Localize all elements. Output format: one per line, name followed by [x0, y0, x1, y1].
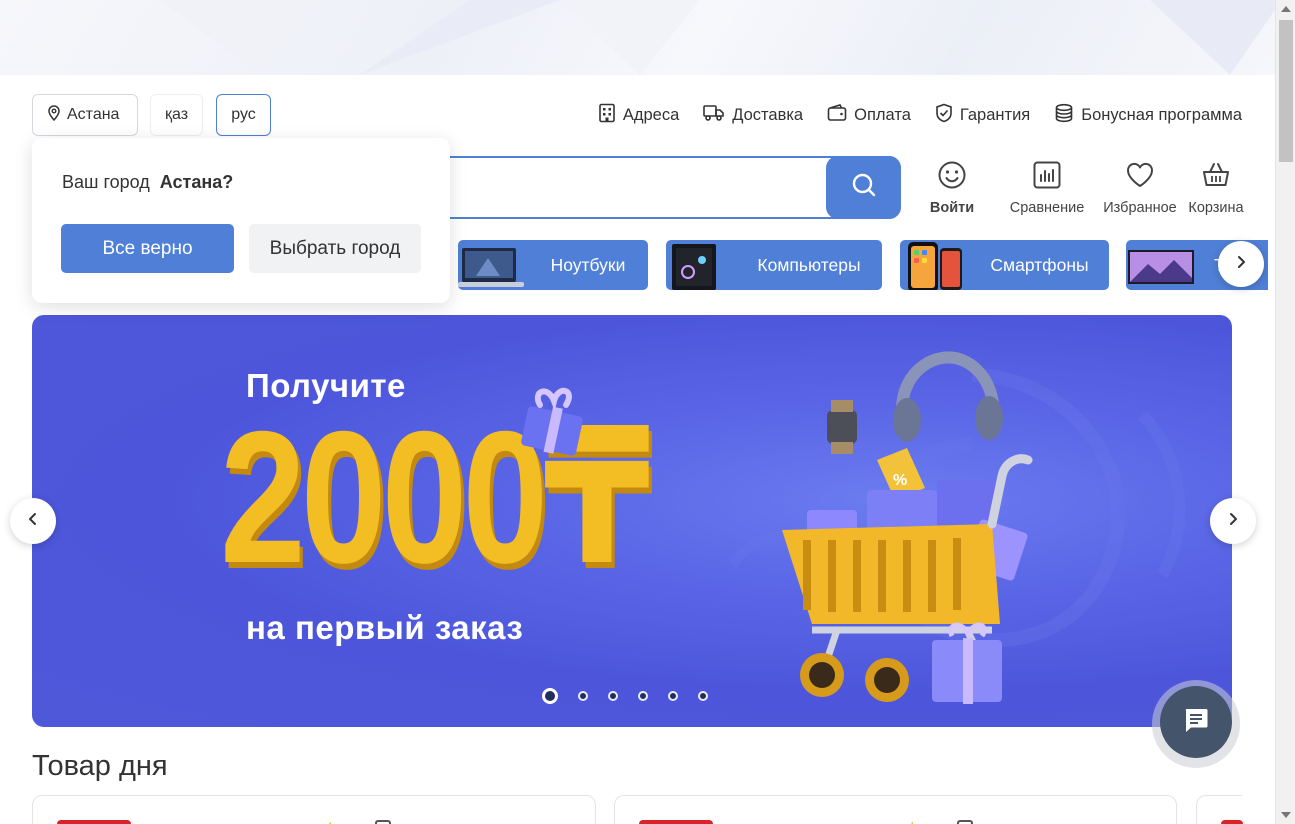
scroll-thumb[interactable]	[1279, 20, 1293, 162]
category-computers[interactable]: Компьютеры	[666, 240, 882, 290]
city-question-value: Астана?	[159, 172, 234, 192]
scroll-down-icon[interactable]	[1281, 812, 1291, 818]
cart-button[interactable]: Корзина	[1182, 160, 1250, 216]
product-card[interactable]: ★	[32, 795, 596, 824]
action-label: Сравнение	[1009, 200, 1085, 216]
city-confirm-popup: Ваш город Астана? Все верно Выбрать город	[32, 138, 450, 303]
chevron-left-icon	[26, 512, 40, 531]
nav-label: Бонусная программа	[1081, 105, 1242, 124]
action-label: Войти	[929, 200, 975, 216]
category-laptops[interactable]: Ноутбуки	[458, 240, 648, 290]
building-icon	[598, 103, 616, 128]
city-selector[interactable]: Астана	[32, 94, 138, 136]
chat-icon	[1182, 706, 1210, 739]
pc-thumbnail	[666, 240, 736, 290]
slider-dot[interactable]	[578, 691, 588, 701]
banner-subline: на первый заказ	[246, 609, 524, 646]
city-question-label: Ваш город	[62, 172, 150, 192]
confirm-city-button[interactable]: Все верно	[61, 224, 234, 273]
shield-check-icon	[935, 103, 953, 128]
city-question: Ваш город Астана?	[62, 172, 233, 193]
section-title: Товар дня	[32, 750, 168, 782]
categories-next-button[interactable]	[1218, 241, 1264, 287]
smartphone-thumbnail	[900, 240, 970, 290]
slider-dot[interactable]	[668, 691, 678, 701]
search-button[interactable]	[826, 156, 901, 219]
basket-icon	[1201, 160, 1231, 194]
wallet-icon	[827, 103, 847, 127]
nav-delivery[interactable]: Доставка	[703, 104, 803, 127]
nav-warranty[interactable]: Гарантия	[935, 103, 1030, 128]
product-card[interactable]	[1196, 795, 1243, 824]
slider-dot[interactable]	[542, 688, 558, 704]
svg-text:%: %	[893, 472, 907, 489]
top-nav: Адреса Доставка Оплата Гарантия Бонусная…	[598, 94, 1242, 136]
login-button[interactable]: Войти	[920, 160, 984, 216]
page: Астана қаз рус Адреса Доставка Оплата Га…	[0, 0, 1295, 824]
discount-badge	[57, 820, 131, 824]
laptop-thumbnail	[458, 240, 528, 290]
search-icon	[851, 172, 877, 203]
slider-dots	[542, 688, 708, 704]
nav-addresses[interactable]: Адреса	[598, 103, 679, 128]
chat-button[interactable]	[1160, 686, 1232, 758]
coins-icon	[1054, 103, 1074, 128]
heart-icon	[1125, 160, 1155, 194]
chevron-right-icon	[1234, 255, 1248, 274]
top-background	[0, 0, 1275, 75]
product-card[interactable]: ★	[614, 795, 1177, 824]
slider-dot[interactable]	[608, 691, 618, 701]
slider-dot[interactable]	[638, 691, 648, 701]
star-icon: ★	[905, 818, 919, 824]
favorites-button[interactable]: Избранное	[1098, 160, 1182, 216]
nav-label: Адреса	[622, 105, 680, 124]
nav-label: Доставка	[732, 105, 804, 124]
star-icon: ★	[323, 818, 337, 824]
location-pin-icon	[47, 104, 67, 126]
chart-icon	[1032, 160, 1062, 194]
discount-badge	[1221, 820, 1243, 824]
shopping-cart-illustration: %	[782, 351, 1033, 704]
nav-label: Гарантия	[959, 105, 1031, 124]
promo-banner[interactable]: Получите 2000₸ на первый заказ %	[32, 315, 1232, 727]
truck-icon	[703, 104, 725, 127]
nav-payment[interactable]: Оплата	[827, 103, 911, 127]
nav-label: Оплата	[854, 105, 911, 124]
discount-badge	[639, 820, 713, 824]
page-scrollbar[interactable]	[1275, 0, 1295, 824]
tv-thumbnail	[1126, 240, 1196, 290]
banner-prev-button[interactable]	[10, 498, 56, 544]
category-strip: Ноутбуки Компьютеры Смартфоны Т	[458, 240, 1268, 290]
lang-ru-button[interactable]: рус	[216, 94, 271, 136]
scroll-up-icon[interactable]	[1281, 6, 1291, 12]
action-label: Корзина	[1188, 200, 1244, 216]
city-label: Астана	[67, 106, 120, 123]
category-label: Ноутбуки	[550, 254, 626, 275]
slider-dot[interactable]	[698, 691, 708, 701]
smile-icon	[937, 160, 967, 194]
header-actions: Войти Сравнение Избранное Корзина	[920, 160, 1250, 216]
compare-checkbox-icon[interactable]	[375, 820, 391, 824]
gift-icon	[521, 388, 583, 456]
nav-bonus[interactable]: Бонусная программа	[1054, 103, 1242, 128]
choose-city-button[interactable]: Выбрать город	[249, 224, 421, 273]
lang-kz-button[interactable]: қаз	[150, 94, 203, 136]
banner-next-button[interactable]	[1210, 498, 1256, 544]
compare-button[interactable]: Сравнение	[996, 160, 1098, 216]
chevron-right-icon	[1226, 512, 1240, 531]
category-smartphones[interactable]: Смартфоны	[900, 240, 1109, 290]
compare-checkbox-icon[interactable]	[957, 820, 973, 824]
category-label: Смартфоны	[990, 254, 1089, 275]
action-label: Избранное	[1103, 200, 1177, 216]
category-label: Компьютеры	[757, 254, 861, 275]
